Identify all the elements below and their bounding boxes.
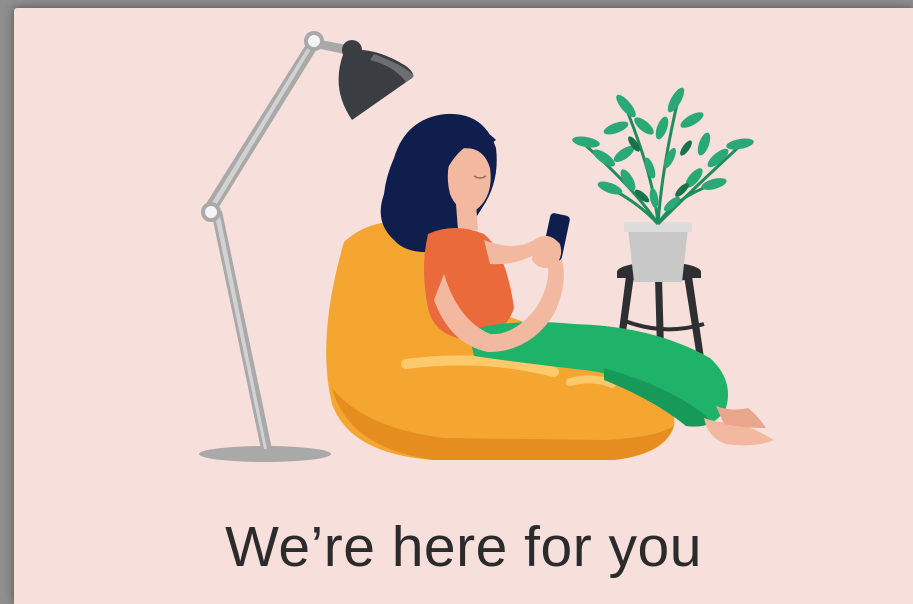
illustration-card: We’re here for you [14, 8, 913, 604]
tagline: We’re here for you [225, 515, 702, 579]
lamp-joint-lower [201, 202, 221, 222]
plant-pot [628, 228, 688, 282]
lamp-joint-upper [304, 31, 324, 51]
potted-plant [572, 87, 754, 282]
